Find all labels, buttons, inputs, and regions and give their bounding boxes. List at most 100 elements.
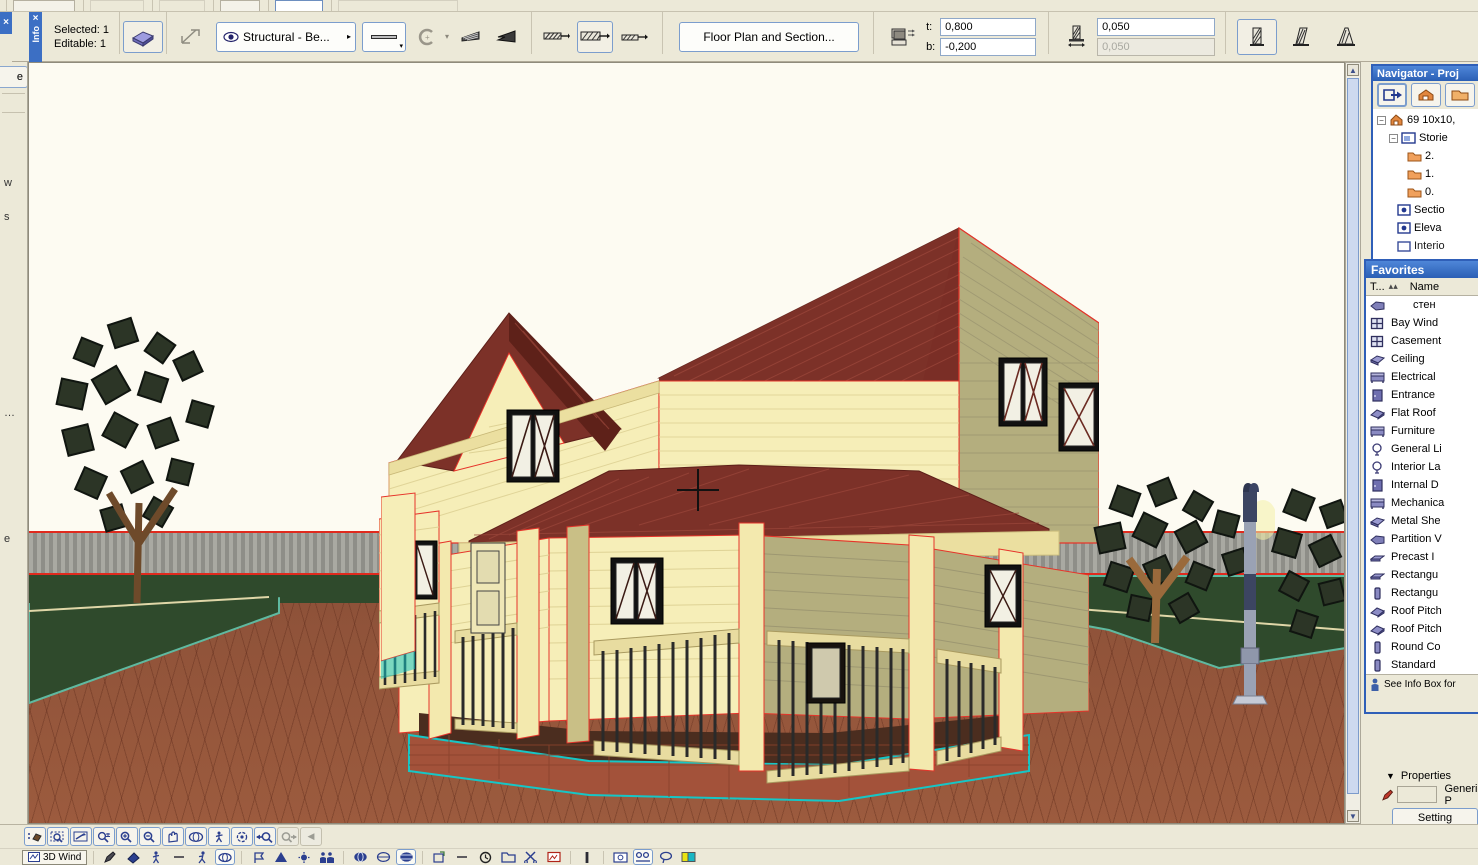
pan-hand-button[interactable]	[162, 827, 184, 846]
minus-button[interactable]	[169, 849, 189, 865]
toolbox-top-button[interactable]: e	[0, 66, 28, 88]
viewport-vertical-scrollbar[interactable]: ▲ ▼	[1345, 62, 1361, 824]
profile-double-slanted-button[interactable]	[1327, 19, 1365, 55]
favorites-item[interactable]: Roof Pitch	[1366, 602, 1478, 620]
scroll-down-arrow[interactable]: ▼	[1347, 810, 1359, 822]
tree-item-story-0[interactable]: 0.	[1375, 183, 1478, 201]
expander-icon[interactable]: −	[1389, 134, 1398, 143]
favorites-item[interactable]: Metal She	[1366, 512, 1478, 530]
favorites-item[interactable]: стен	[1366, 296, 1478, 314]
favorites-list[interactable]: стенBay WindCasementCeilingElectrical En…	[1366, 296, 1478, 674]
folder-arrow-button[interactable]	[498, 849, 518, 865]
zoom-in-button[interactable]	[116, 827, 138, 846]
fill-button[interactable]	[123, 849, 143, 865]
dash-button[interactable]	[452, 849, 472, 865]
bottom-offset-field[interactable]: -0,200	[940, 38, 1036, 56]
vertical-scroll-thumb[interactable]	[1347, 78, 1359, 794]
tree-item-stories[interactable]: − Storie	[1375, 129, 1478, 147]
favorites-item[interactable]: Partition V	[1366, 530, 1478, 548]
camera-button[interactable]	[610, 849, 630, 865]
lasso-button[interactable]	[656, 849, 676, 865]
thickness-field[interactable]: 0,050	[1097, 18, 1215, 36]
zoom-out-button[interactable]	[139, 827, 161, 846]
render-button[interactable]	[429, 849, 449, 865]
layer-combo[interactable]: Structural - Be... ▸	[216, 22, 356, 52]
beam-profile-combo[interactable]: ▾	[362, 22, 406, 52]
info-box-tab[interactable]: × Info	[29, 12, 42, 62]
3d-view[interactable]	[28, 62, 1345, 824]
favorites-item[interactable]: Ceiling	[1366, 350, 1478, 368]
photo-button[interactable]	[544, 849, 564, 865]
sort-indicator-icon[interactable]: ▴▴	[1389, 281, 1398, 292]
tree-item-elevations[interactable]: Eleva	[1375, 219, 1478, 237]
person-small-button[interactable]	[146, 849, 166, 865]
view-map-button[interactable]	[1445, 83, 1475, 107]
profile-slanted-button[interactable]	[1283, 19, 1321, 55]
favorites-item[interactable]: Electrical	[1366, 368, 1478, 386]
favorites-item[interactable]: Standard	[1366, 656, 1478, 674]
orbit-3d-button[interactable]	[24, 827, 46, 846]
favorites-item[interactable]: Internal D	[1366, 476, 1478, 494]
tree-item-sections[interactable]: Sectio	[1375, 201, 1478, 219]
navigator-tree[interactable]: − 69 10x10, − Storie 2. 1.	[1373, 109, 1478, 264]
column-header-name[interactable]: Name	[1410, 281, 1439, 293]
orbit-small-button[interactable]	[215, 849, 235, 865]
toolbar-stub[interactable]	[13, 0, 75, 11]
favorites-item[interactable]: Interior La	[1366, 458, 1478, 476]
toolbar-stub[interactable]	[90, 0, 144, 11]
globe-a-button[interactable]	[350, 849, 370, 865]
navigator-preview-button[interactable]	[1377, 83, 1407, 107]
thickness-secondary-field[interactable]: 0,050	[1097, 38, 1215, 56]
beam-thickness-button[interactable]	[1062, 22, 1092, 52]
close-icon[interactable]: ×	[0, 12, 12, 34]
scroll-up-arrow[interactable]: ▲	[1347, 64, 1359, 76]
triangle-button[interactable]	[271, 849, 291, 865]
toolbar-stub[interactable]	[338, 0, 458, 11]
rotate-beam-button[interactable]: +	[412, 22, 442, 52]
beam-hatch-a-button[interactable]	[541, 22, 571, 52]
prev-zoom-button[interactable]	[254, 827, 276, 846]
pen-thin-button[interactable]	[577, 849, 597, 865]
close-icon[interactable]: ×	[33, 13, 39, 24]
story-elevation-button[interactable]	[887, 21, 921, 53]
top-offset-field[interactable]: 0,800	[940, 18, 1036, 36]
favorites-item[interactable]: Mechanica	[1366, 494, 1478, 512]
beam-tool-button[interactable]	[123, 21, 163, 53]
favorites-item[interactable]: Rectangu	[1366, 566, 1478, 584]
favorites-item[interactable]: Casement	[1366, 332, 1478, 350]
favorites-item[interactable]: Bay Wind	[1366, 314, 1478, 332]
people-button[interactable]	[317, 849, 337, 865]
floor-plan-and-section-button[interactable]: Floor Plan and Section...	[679, 22, 859, 52]
pen-color-swatch[interactable]	[1397, 786, 1437, 803]
beam-end-right-button[interactable]	[492, 22, 522, 52]
globe-b-button[interactable]	[373, 849, 393, 865]
scissors-button[interactable]	[521, 849, 541, 865]
globe-c-button[interactable]	[396, 849, 416, 865]
beam-end-left-button[interactable]	[456, 22, 486, 52]
zoom-marquee-button[interactable]	[47, 827, 69, 846]
explore-button[interactable]	[231, 827, 253, 846]
favorites-item[interactable]: Flat Roof	[1366, 404, 1478, 422]
toolbar-stub[interactable]	[159, 0, 205, 11]
fit-in-window-button[interactable]	[70, 827, 92, 846]
favorites-item[interactable]: Entrance	[1366, 386, 1478, 404]
column-header-type[interactable]: T...	[1370, 281, 1385, 293]
orbit-button[interactable]	[185, 827, 207, 846]
project-map-button[interactable]	[1411, 83, 1441, 107]
tree-item-story-2[interactable]: 2.	[1375, 147, 1478, 165]
favorites-item[interactable]: Precast I	[1366, 548, 1478, 566]
sun-button[interactable]	[294, 849, 314, 865]
zoom-in-out-button[interactable]	[93, 827, 115, 846]
navigator-panel[interactable]: Navigator - Proj −	[1371, 64, 1478, 266]
tree-item-interior-elevations[interactable]: Interio	[1375, 237, 1478, 255]
beam-hatch-c-button[interactable]	[619, 22, 649, 52]
pencil-button[interactable]	[100, 849, 120, 865]
favorites-item[interactable]: Furniture	[1366, 422, 1478, 440]
profile-vertical-button[interactable]	[1237, 19, 1277, 55]
favorites-item[interactable]: General Li	[1366, 440, 1478, 458]
tree-item-story-1[interactable]: 1.	[1375, 165, 1478, 183]
tree-item-project[interactable]: − 69 10x10,	[1375, 111, 1478, 129]
film-button[interactable]	[633, 849, 653, 865]
beam-hatch-b-button[interactable]	[577, 21, 613, 53]
favorites-panel[interactable]: Favorites T... ▴▴ Name стенBay WindCasem…	[1364, 259, 1478, 714]
